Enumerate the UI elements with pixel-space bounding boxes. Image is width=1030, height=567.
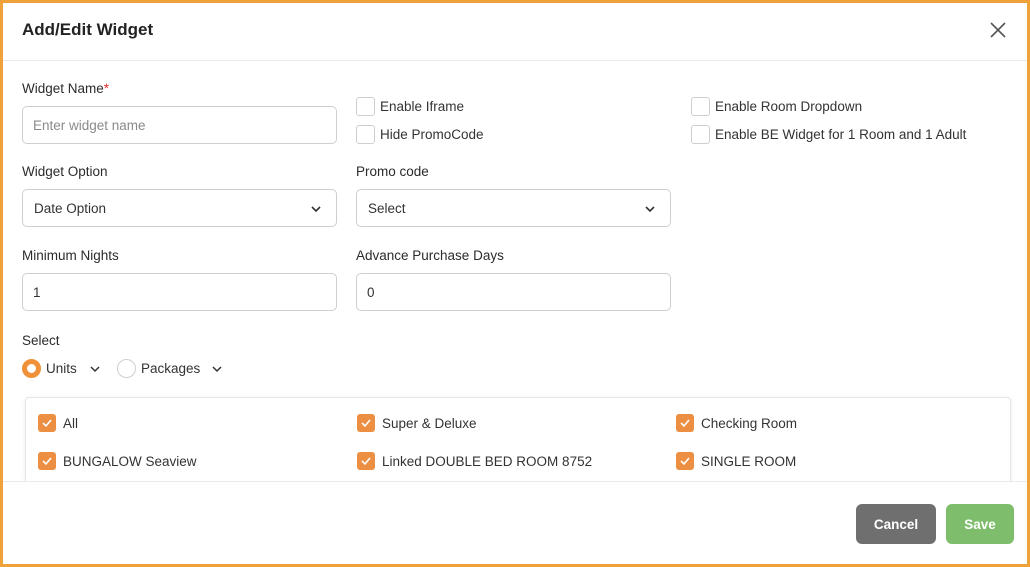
add-edit-widget-dialog: Add/Edit Widget Widget Name* Enable Ifra… [0, 0, 1030, 567]
packages-radio[interactable]: Packages [117, 359, 232, 379]
unit-label: All [63, 416, 79, 431]
promo-code-select[interactable]: Select [356, 189, 671, 227]
checkbox-checked[interactable] [38, 414, 56, 432]
chevron-down-icon[interactable] [89, 363, 101, 375]
chevron-down-icon[interactable] [211, 363, 223, 375]
chevron-down-icon [311, 206, 321, 213]
widget-name-label: Widget Name* [22, 81, 109, 96]
check-icon [361, 419, 371, 428]
widget-option-label: Widget Option [22, 164, 108, 179]
widget-name-input[interactable] [22, 106, 337, 144]
units-radio-label: Units [46, 361, 77, 376]
unit-checkbox-checking-room[interactable]: Checking Room [676, 414, 956, 434]
checkbox-box[interactable] [691, 125, 710, 144]
checkbox-box[interactable] [356, 97, 375, 116]
checkbox-checked[interactable] [676, 414, 694, 432]
checkbox-box[interactable] [356, 125, 375, 144]
checkbox-box[interactable] [691, 97, 710, 116]
unit-checkbox-bungalow-seaview[interactable]: BUNGALOW Seaview [38, 452, 318, 472]
checkbox-checked[interactable] [676, 452, 694, 470]
enable-iframe-checkbox[interactable]: Enable Iframe [356, 97, 556, 117]
cancel-button[interactable]: Cancel [856, 504, 936, 544]
dialog-header: Add/Edit Widget [3, 3, 1027, 61]
check-icon [42, 457, 52, 466]
checkbox-checked[interactable] [357, 452, 375, 470]
enable-iframe-label: Enable Iframe [380, 99, 465, 114]
minimum-nights-label: Minimum Nights [22, 248, 119, 263]
save-button[interactable]: Save [946, 504, 1014, 544]
units-radio[interactable]: Units [22, 359, 107, 379]
dialog-footer: Cancel Save [3, 481, 1027, 564]
chevron-down-icon [645, 206, 655, 213]
unit-label: SINGLE ROOM [701, 454, 797, 469]
radio-selected[interactable] [22, 359, 41, 378]
promo-code-value: Select [368, 201, 406, 216]
unit-checkbox-single-room[interactable]: SINGLE ROOM [676, 452, 956, 472]
minimum-nights-input[interactable] [22, 273, 337, 311]
checkbox-checked[interactable] [38, 452, 56, 470]
check-icon [42, 419, 52, 428]
advance-purchase-days-input[interactable] [356, 273, 671, 311]
dialog-title: Add/Edit Widget [22, 20, 154, 39]
hide-promocode-checkbox[interactable]: Hide PromoCode [356, 125, 556, 145]
checkbox-checked[interactable] [357, 414, 375, 432]
check-icon [680, 419, 690, 428]
promo-code-label: Promo code [356, 164, 429, 179]
radio-unselected[interactable] [117, 359, 136, 378]
enable-be-widget-label: Enable BE Widget for 1 Room and 1 Adult [715, 127, 967, 142]
enable-be-widget-checkbox[interactable]: Enable BE Widget for 1 Room and 1 Adult [691, 125, 1011, 145]
select-label: Select [22, 333, 60, 348]
unit-label: Checking Room [701, 416, 798, 431]
units-list-panel: All Super & Deluxe Checking Room BUNGALO… [25, 397, 1011, 481]
advance-purchase-days-label: Advance Purchase Days [356, 248, 504, 263]
widget-name-label-text: Widget Name [22, 81, 104, 96]
unit-label: Super & Deluxe [382, 416, 477, 431]
hide-promocode-label: Hide PromoCode [380, 127, 484, 142]
check-icon [361, 457, 371, 466]
unit-label: Linked DOUBLE BED ROOM 8752 [382, 454, 593, 469]
required-mark: * [103, 81, 110, 96]
enable-room-dropdown-checkbox[interactable]: Enable Room Dropdown [691, 97, 1011, 117]
close-icon[interactable] [988, 20, 1008, 40]
unit-checkbox-all[interactable]: All [38, 414, 288, 434]
packages-radio-label: Packages [141, 361, 201, 376]
unit-checkbox-super-deluxe[interactable]: Super & Deluxe [357, 414, 637, 434]
check-icon [680, 457, 690, 466]
unit-checkbox-linked-double-bed-room[interactable]: Linked DOUBLE BED ROOM 8752 [357, 452, 657, 472]
widget-option-select[interactable]: Date Option [22, 189, 337, 227]
widget-option-value: Date Option [34, 201, 107, 216]
enable-room-dropdown-label: Enable Room Dropdown [715, 99, 863, 114]
unit-label: BUNGALOW Seaview [63, 454, 197, 469]
